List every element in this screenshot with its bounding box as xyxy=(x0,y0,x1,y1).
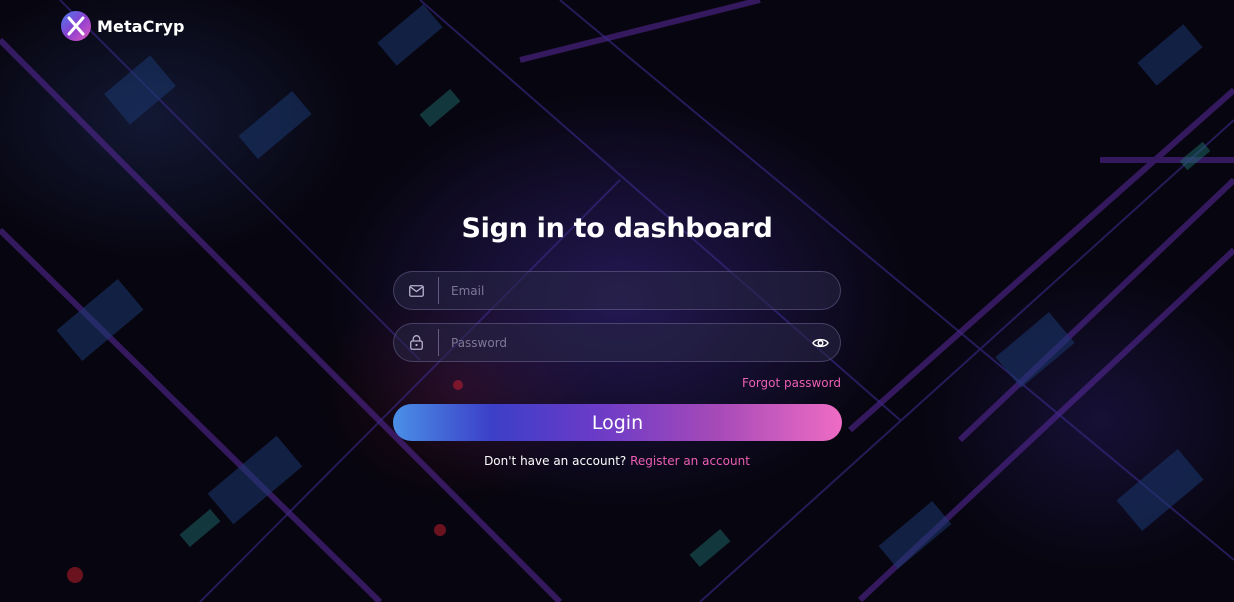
lock-icon xyxy=(394,324,438,361)
register-prompt: Don't have an account? Register an accou… xyxy=(0,454,1234,468)
register-link[interactable]: Register an account xyxy=(630,454,750,468)
forgot-password-link[interactable]: Forgot password xyxy=(742,376,841,390)
brand-name: MetaCryp xyxy=(97,16,185,36)
envelope-icon xyxy=(394,272,438,309)
page-title: Sign in to dashboard xyxy=(461,213,773,244)
metacryp-logo-icon xyxy=(61,11,91,41)
password-field xyxy=(393,323,841,362)
password-input[interactable] xyxy=(439,335,800,350)
eye-icon[interactable] xyxy=(800,324,840,361)
login-button[interactable]: Login xyxy=(393,404,842,441)
no-account-text: Don't have an account? xyxy=(484,454,627,468)
email-input[interactable] xyxy=(439,283,840,298)
email-field xyxy=(393,271,841,310)
login-page: MetaCryp Sign in to dashboard Email Forg… xyxy=(0,0,1234,602)
brand-logo[interactable]: MetaCryp xyxy=(61,11,185,41)
